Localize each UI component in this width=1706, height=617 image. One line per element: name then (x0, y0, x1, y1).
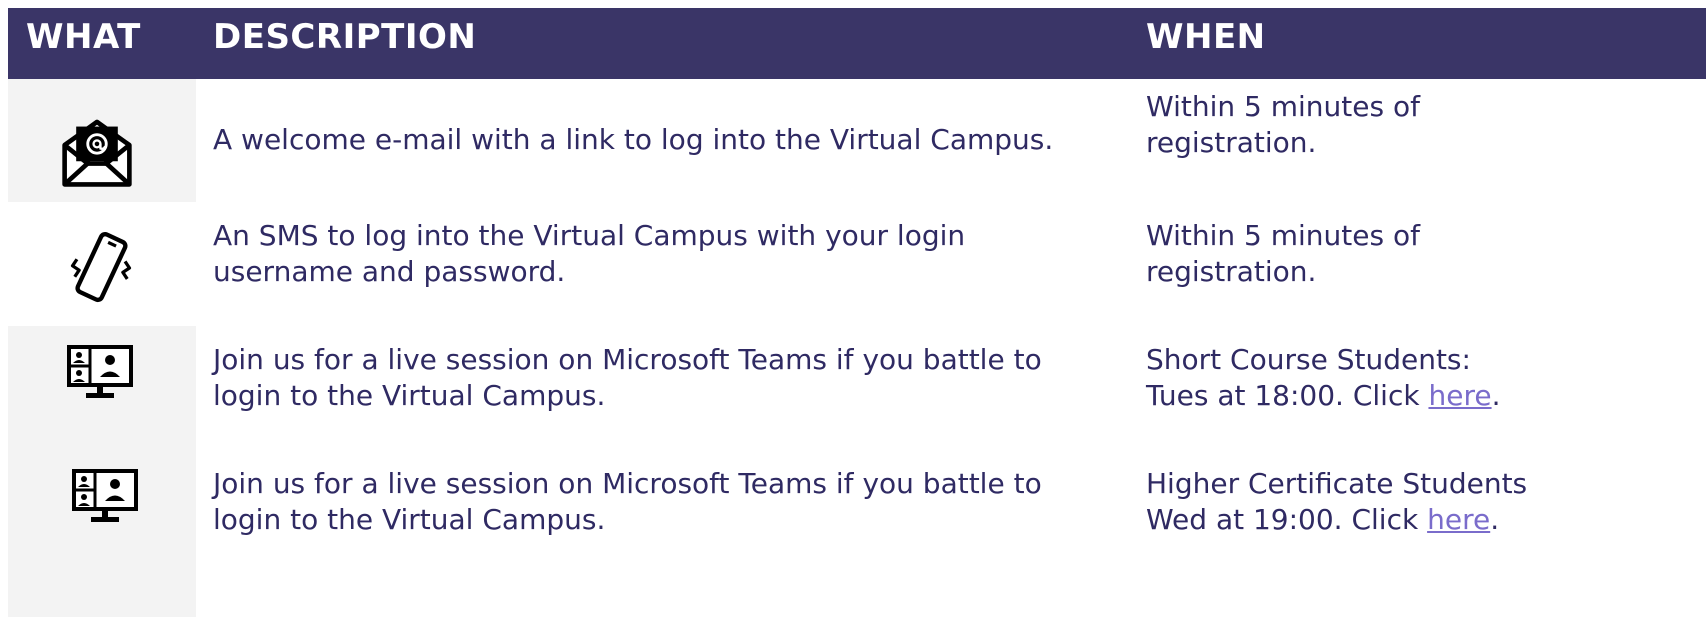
table-row: Join us for a live session on Microsoft … (8, 326, 1706, 450)
row-when: Within 5 minutes of registration. (1146, 89, 1706, 161)
row-description: An SMS to log into the Virtual Campus wi… (213, 219, 966, 288)
row-description: Join us for a live session on Microsoft … (213, 343, 1042, 412)
table-row: An SMS to log into the Virtual Campus wi… (8, 202, 1706, 326)
row-description: Join us for a live session on Microsoft … (213, 467, 1042, 536)
table-header: WHAT DESCRIPTION WHEN (8, 8, 1706, 79)
email-open-icon (60, 115, 134, 189)
here-link[interactable]: here (1428, 379, 1491, 412)
vibrating-phone-icon (66, 228, 136, 308)
row-when: Within 5 minutes of registration. (1146, 218, 1706, 290)
here-link[interactable]: here (1427, 503, 1490, 536)
when-line: registration. (1146, 126, 1317, 159)
when-line: Within 5 minutes of (1146, 219, 1420, 252)
row-when: Short Course Students: Tues at 18:00. Cl… (1146, 342, 1706, 414)
when-line: Tues at 18:00. Click here. (1146, 378, 1706, 414)
when-line: Short Course Students: (1146, 343, 1471, 376)
when-line: Higher Certificate Students (1146, 467, 1528, 500)
header-when: WHEN (1146, 17, 1266, 57)
row-description: A welcome e-mail with a link to log into… (213, 123, 1054, 156)
when-line: registration. (1146, 255, 1317, 288)
when-line: Within 5 minutes of (1146, 90, 1420, 123)
row-when: Higher Certificate Students Wed at 19:00… (1146, 466, 1706, 538)
when-text: Wed at 19:00. Click (1146, 503, 1428, 536)
header-what: WHAT (26, 17, 141, 57)
when-suffix: . (1490, 503, 1500, 536)
video-conference-icon (71, 468, 139, 526)
video-conference-icon (66, 344, 134, 402)
header-description: DESCRIPTION (213, 17, 477, 57)
when-line: Wed at 19:00. Click here. (1146, 502, 1706, 538)
when-text: Tues at 18:00. Click (1146, 379, 1429, 412)
table-row: A welcome e-mail with a link to log into… (8, 79, 1706, 202)
when-suffix: . (1491, 379, 1501, 412)
table-row: Join us for a live session on Microsoft … (8, 450, 1706, 617)
